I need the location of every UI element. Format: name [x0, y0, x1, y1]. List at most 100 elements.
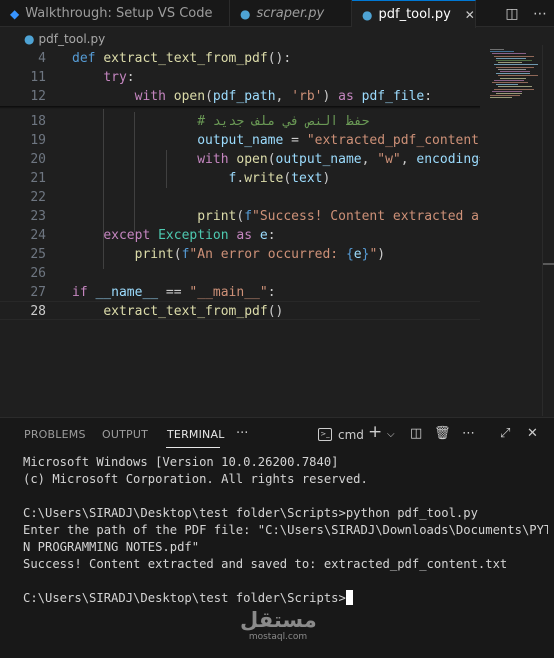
- tab-label: scraper.py: [256, 6, 325, 21]
- minimap-line: [496, 73, 530, 75]
- code-token: open: [173, 89, 206, 104]
- tab-pdf-tool[interactable]: ● pdf_tool.py ✕: [352, 0, 476, 28]
- breadcrumb-file[interactable]: pdf_tool.py: [38, 32, 105, 46]
- minimap-line: [496, 66, 534, 68]
- active-tab-indicator: [166, 447, 220, 448]
- tab-terminal[interactable]: TERMINAL: [167, 428, 225, 441]
- minimap-line: [500, 71, 530, 72]
- code-line[interactable]: 4 def extract_text_from_pdf():: [0, 49, 480, 68]
- editor-scrollbar[interactable]: [542, 45, 554, 416]
- tab-label: Walkthrough: Setup VS Code: [25, 6, 213, 21]
- line-number: 23: [30, 209, 46, 224]
- maximize-panel-icon[interactable]: ⤢: [500, 426, 510, 441]
- code-line[interactable]: 27 if __name__ == "__main__":: [0, 283, 480, 302]
- minimap-line: [496, 84, 518, 86]
- line-number: 24: [30, 228, 46, 243]
- code-line[interactable]: 20 with open(output_name, "w", encoding=…: [0, 150, 480, 169]
- code-token: :: [267, 285, 276, 300]
- code-token: print: [134, 247, 174, 262]
- close-panel-icon[interactable]: ✕: [527, 426, 538, 441]
- terminal-line: Microsoft Windows [Version 10.0.26200.78…: [23, 455, 339, 469]
- code-token: pdf_file: [361, 89, 425, 104]
- terminal-shell-label[interactable]: cmd: [338, 428, 364, 442]
- minimap-line: [492, 90, 522, 92]
- code-token: text: [291, 171, 323, 186]
- code-token: "w": [377, 152, 401, 167]
- code-token: # حفظ النص في ملف جديد: [197, 114, 370, 129]
- code-token: def: [72, 51, 104, 66]
- minimap-line: [496, 60, 532, 61]
- split-terminal-icon[interactable]: ◫: [410, 426, 422, 441]
- breadcrumb[interactable]: ● pdf_tool.py: [0, 29, 480, 49]
- code-line[interactable]: 21 f.write(text): [0, 169, 480, 188]
- close-icon[interactable]: ✕: [465, 8, 475, 22]
- code-line[interactable]: 24 except Exception as e:: [0, 226, 480, 245]
- code-line[interactable]: 26: [0, 264, 480, 283]
- editor-tab-bar: ◆ Walkthrough: Setup VS Code ● scraper.p…: [0, 0, 554, 28]
- vscode-icon: ◆: [10, 6, 20, 21]
- chevron-down-icon[interactable]: ⌵: [387, 429, 395, 440]
- minimap-line: [498, 75, 538, 77]
- code-text: print(f"An error occurred: {e}"): [72, 245, 385, 264]
- scrollbar-thumb[interactable]: [543, 263, 554, 265]
- code-text: if __name__ == "__main__":: [72, 283, 276, 302]
- code-token: extract_text_from_pdf: [103, 51, 268, 66]
- code-text: # حفظ النص في ملف جديد: [72, 112, 369, 131]
- minimap-line: [496, 57, 526, 59]
- code-token: "An error occurred:: [189, 247, 346, 262]
- code-line[interactable]: 22: [0, 188, 480, 207]
- more-actions-icon[interactable]: ⋯: [462, 426, 475, 441]
- python-file-icon: ●: [24, 32, 35, 46]
- minimap[interactable]: [482, 45, 542, 416]
- code-text: output_name = "extracted_pdf_content.txt…: [72, 131, 480, 150]
- tab-walkthrough[interactable]: ◆ Walkthrough: Setup VS Code: [0, 0, 230, 27]
- code-token: :: [267, 228, 276, 243]
- python-file-icon: ●: [240, 6, 251, 21]
- trash-icon[interactable]: 🗑: [434, 426, 451, 441]
- split-editor-icon[interactable]: ◫: [498, 6, 526, 22]
- code-editor[interactable]: 4 def extract_text_from_pdf(): 11 try: 12 w…: [0, 49, 480, 416]
- code-text: with open(pdf_path, 'rb') as pdf_file:: [72, 87, 432, 106]
- terminal-output[interactable]: Microsoft Windows [Version 10.0.26200.78…: [23, 454, 548, 607]
- tab-output[interactable]: OUTPUT: [102, 428, 148, 441]
- terminal-prompt-line[interactable]: C:\Users\SIRADJ\Desktop\test folder\Scri…: [23, 590, 548, 607]
- minimap-line: [492, 53, 526, 55]
- line-number: 11: [30, 70, 46, 85]
- code-token: output_name: [275, 152, 362, 167]
- code-line[interactable]: 19 output_name = "extracted_pdf_content.…: [0, 131, 480, 150]
- more-actions-icon[interactable]: ⋯: [526, 6, 554, 22]
- code-token: __name__: [95, 285, 159, 300]
- minimap-line: [490, 95, 520, 97]
- code-line[interactable]: 25 print(f"An error occurred: {e}"): [0, 245, 480, 264]
- code-line[interactable]: 28 extract_text_from_pdf(): [0, 302, 480, 321]
- code-token: =: [283, 133, 307, 148]
- panel-more-button[interactable]: ···: [236, 426, 248, 441]
- terminal-line: N PROGRAMMING NOTES.pdf": [23, 540, 200, 554]
- minimap-line: [498, 68, 526, 70]
- tab-problems[interactable]: PROBLEMS: [24, 428, 86, 441]
- code-token: extract_text_from_pdf: [103, 304, 268, 319]
- code-token: except: [103, 228, 159, 243]
- line-number: 22: [30, 190, 46, 205]
- tab-scraper[interactable]: ● scraper.py: [230, 0, 352, 27]
- line-number: 4: [38, 51, 46, 66]
- code-line[interactable]: 23 print(f"Success! Content extracted an…: [0, 207, 480, 226]
- code-token: write: [244, 171, 284, 186]
- watermark-logo: مستقل mostaql.com: [240, 608, 317, 642]
- code-line[interactable]: 12 with open(pdf_path, 'rb') as pdf_file…: [0, 87, 480, 106]
- add-terminal-icon[interactable]: +: [368, 422, 382, 442]
- code-line[interactable]: 18 # حفظ النص في ملف جديد: [0, 112, 480, 131]
- editor-actions: ◫ ⋯: [498, 0, 554, 27]
- code-token: "Success! Content extracted and sa: [252, 209, 480, 224]
- terminal-icon: >_: [318, 428, 332, 441]
- code-line[interactable]: 11 try:: [0, 68, 480, 87]
- minimap-line: [490, 97, 512, 99]
- code-token: as: [236, 228, 260, 243]
